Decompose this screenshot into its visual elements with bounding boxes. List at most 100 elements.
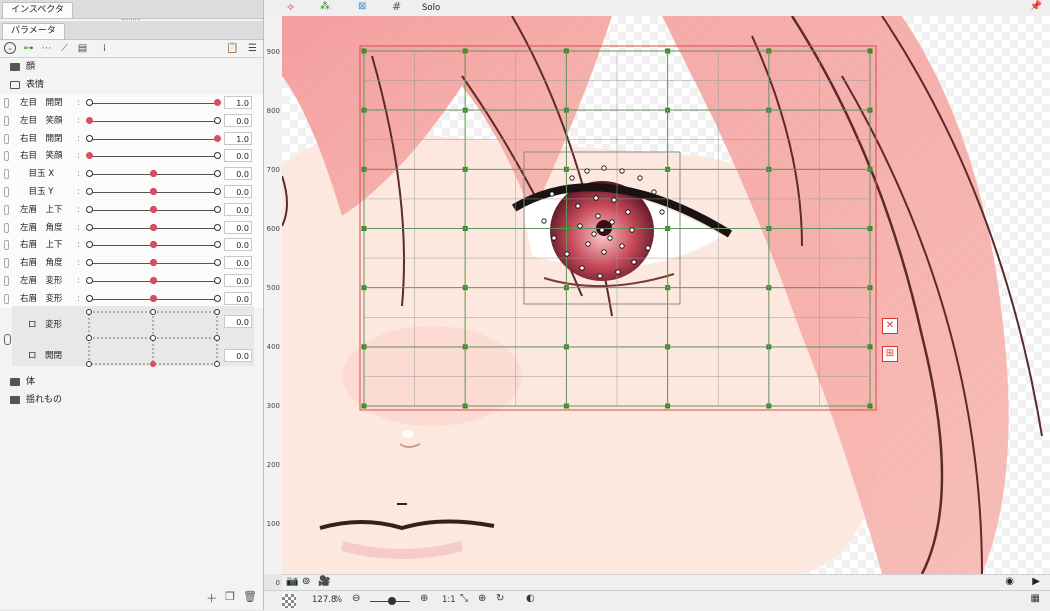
mesh-vertex[interactable] xyxy=(611,197,617,203)
parameter-value[interactable]: 0.0 xyxy=(224,149,252,163)
parameter-value[interactable]: 0.0 xyxy=(224,184,252,198)
parameter-row[interactable]: 左眉 角度: 0.0 xyxy=(0,218,263,237)
parameter-row[interactable]: 左眉 上下: 0.0 xyxy=(0,200,263,219)
mesh-vertex[interactable] xyxy=(585,241,591,247)
slider-knob[interactable] xyxy=(149,170,157,178)
guide-icon[interactable]: # xyxy=(392,0,401,13)
slider-knob[interactable] xyxy=(149,205,157,213)
parameter-row[interactable]: 左目 開閉: 1.0 xyxy=(0,94,263,112)
mesh-vertex[interactable] xyxy=(591,231,597,237)
link-icon[interactable] xyxy=(4,293,9,304)
zoom-reset-button[interactable]: 1:1 xyxy=(442,595,456,605)
link-icon[interactable] xyxy=(4,222,9,233)
parameter-value[interactable]: 1.0 xyxy=(224,131,252,145)
mesh-vertex[interactable] xyxy=(601,165,607,171)
keyform-table-icon[interactable]: ▤ xyxy=(76,42,89,55)
link-icon[interactable] xyxy=(4,204,9,215)
mesh-vertex[interactable] xyxy=(645,245,651,251)
parameter-value[interactable]: 0.0 xyxy=(224,202,252,216)
parameter-row[interactable]: 左目 笑顔: 0.0 xyxy=(0,111,263,130)
toggle-icon[interactable]: ◐ xyxy=(526,593,535,604)
slider-knob[interactable] xyxy=(149,259,157,267)
tab-parameter[interactable]: パラメータ xyxy=(2,23,65,39)
parameter-value[interactable]: 0.0 xyxy=(224,238,252,252)
parameter-row[interactable]: 目玉 X: 0.0 xyxy=(0,165,263,183)
transform-icon[interactable]: ⊞ xyxy=(882,346,898,362)
zoom-value[interactable]: 127.8 xyxy=(312,595,336,605)
mesh-vertex[interactable] xyxy=(601,249,607,255)
blend-shape-grid[interactable] xyxy=(84,308,224,370)
mesh-icon[interactable]: ⊠ xyxy=(358,1,366,12)
clipboard-icon[interactable]: 📋 xyxy=(226,42,239,55)
video-icon[interactable]: 🎥 xyxy=(318,576,330,587)
glue-icon[interactable]: ⁂ xyxy=(320,1,330,12)
group-expression[interactable]: 表情 xyxy=(0,76,263,94)
mesh-vertex[interactable] xyxy=(595,213,601,219)
mesh-vertex[interactable] xyxy=(629,227,635,233)
parameter-slider[interactable] xyxy=(89,120,217,122)
mesh-vertex[interactable] xyxy=(569,175,575,181)
link-icon[interactable] xyxy=(4,240,9,251)
parameter-slider[interactable] xyxy=(89,138,217,140)
mesh-vertex[interactable] xyxy=(541,218,547,224)
link-icon[interactable] xyxy=(4,133,9,144)
parameter-row[interactable]: 右目 開閉: 1.0 xyxy=(0,129,263,148)
link-icon[interactable] xyxy=(4,258,9,269)
mesh-vertex[interactable] xyxy=(599,227,605,233)
zoom-in-icon[interactable]: ⊕ xyxy=(420,593,428,604)
parameter-row[interactable]: 右眉 上下: 0.0 xyxy=(0,236,263,255)
mesh-vertex[interactable] xyxy=(659,209,665,215)
mesh-vertex[interactable] xyxy=(575,203,581,209)
mesh-vertex[interactable] xyxy=(631,259,637,265)
zoom-slider-knob[interactable] xyxy=(388,597,396,605)
slider-knob[interactable] xyxy=(149,276,157,284)
link-icon[interactable] xyxy=(4,186,9,197)
link-icon[interactable] xyxy=(4,151,9,162)
remove-keyform-icon[interactable]: ⟋ xyxy=(58,42,71,55)
group-body[interactable]: 体 xyxy=(0,373,262,391)
delete-icon[interactable]: 🗑 xyxy=(243,590,257,606)
close-deformer-icon[interactable]: ✕ xyxy=(882,318,898,334)
checker-background-icon[interactable] xyxy=(282,594,296,608)
group-swaying[interactable]: 揺れもの xyxy=(0,391,262,409)
parameter-slider[interactable] xyxy=(89,156,217,158)
record-icon[interactable]: ⊚ xyxy=(302,576,310,587)
slider-knob[interactable] xyxy=(149,241,157,249)
pin-icon[interactable]: 📌 xyxy=(1030,1,1042,12)
parameter-value[interactable]: 0.0 xyxy=(224,167,252,181)
mesh-vertex[interactable] xyxy=(551,235,557,241)
slider-knob[interactable] xyxy=(213,134,221,142)
mesh-vertex[interactable] xyxy=(564,251,570,257)
slider-knob[interactable] xyxy=(149,187,157,195)
tab-inspector[interactable]: インスペクタ xyxy=(2,2,73,18)
link-icon[interactable] xyxy=(4,169,9,180)
parameter-value[interactable]: 0.0 xyxy=(224,113,252,127)
parameter-value[interactable]: 0.0 xyxy=(224,220,252,234)
collapse-all-icon[interactable]: ⌄ xyxy=(4,42,16,54)
mesh-vertex[interactable] xyxy=(615,269,621,275)
center-icon[interactable]: ⊕ xyxy=(478,593,486,604)
slider-knob[interactable] xyxy=(85,116,93,124)
slider-knob[interactable] xyxy=(85,152,93,160)
mesh-vertex[interactable] xyxy=(619,243,625,249)
parameter-row[interactable]: 目玉 Y: 0.0 xyxy=(0,182,263,201)
parameter-row[interactable]: 右目 笑顔: 0.0 xyxy=(0,147,263,166)
deform-path-icon[interactable]: ✧ xyxy=(286,1,295,14)
slider-knob[interactable] xyxy=(149,223,157,231)
blend-value-2[interactable]: 0.0 xyxy=(224,349,252,362)
mesh-vertex[interactable] xyxy=(607,235,613,241)
fit-icon[interactable]: ⤡ xyxy=(460,593,468,604)
menu-icon[interactable]: ☰ xyxy=(246,42,259,55)
mesh-vertex[interactable] xyxy=(651,189,657,195)
solo-toggle[interactable]: Solo xyxy=(422,3,440,13)
parameter-slider[interactable] xyxy=(89,103,217,104)
mesh-vertex[interactable] xyxy=(625,209,631,215)
parameter-value[interactable]: 0.0 xyxy=(224,273,252,287)
link-icon[interactable] xyxy=(4,115,9,126)
add-keyform-icon[interactable]: ⊶ xyxy=(22,42,35,55)
zoom-out-icon[interactable]: ⊖ xyxy=(352,593,360,604)
blend-shape-icon[interactable]: ⁞ xyxy=(98,42,111,55)
camera-icon[interactable]: 📷 xyxy=(286,576,298,587)
mesh-vertex[interactable] xyxy=(549,191,555,197)
duplicate-icon[interactable]: ❐ xyxy=(225,590,235,606)
